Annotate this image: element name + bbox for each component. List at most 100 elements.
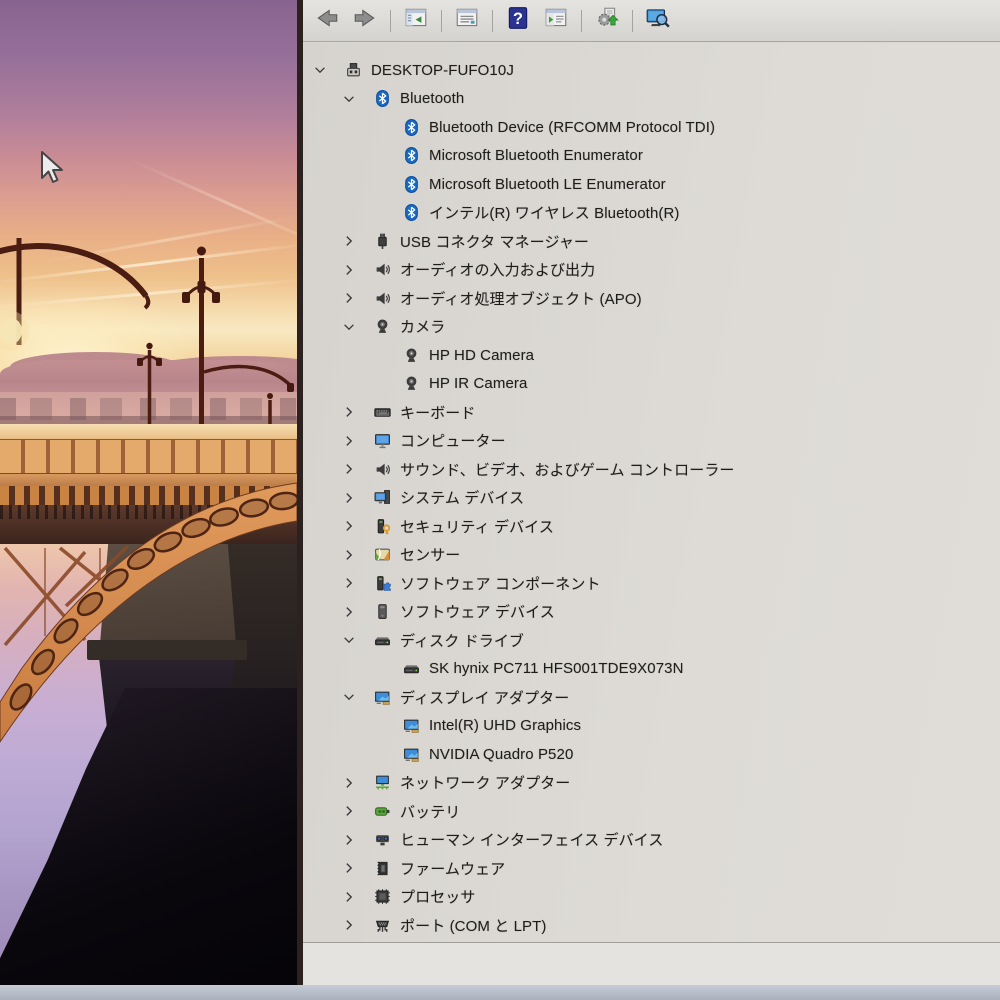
tree-item-label[interactable]: プロセッサ	[400, 886, 476, 907]
tree-item[interactable]: オーディオ処理オブジェクト (APO)	[313, 284, 1000, 313]
chevron-right-icon[interactable]	[342, 404, 371, 420]
chevron-down-icon[interactable]	[342, 319, 371, 335]
tree-item-label[interactable]: Microsoft Bluetooth Enumerator	[429, 147, 643, 164]
tree-item-label[interactable]: オーディオ処理オブジェクト (APO)	[400, 288, 642, 309]
tree-item[interactable]: ソフトウェア コンポーネント	[313, 569, 1000, 598]
tree-item[interactable]: ヒューマン インターフェイス デバイス	[313, 826, 1000, 855]
chevron-right-icon[interactable]	[342, 860, 371, 876]
tree-item-label[interactable]: システム デバイス	[400, 487, 524, 508]
tree-item[interactable]: ソフトウェア デバイス	[313, 598, 1000, 627]
toolbar-properties-button[interactable]	[451, 6, 483, 36]
tree-item-label[interactable]: Intel(R) UHD Graphics	[429, 717, 581, 734]
tree-item[interactable]: Intel(R) UHD Graphics	[313, 712, 1000, 741]
tree-item-label[interactable]: インテル(R) ワイヤレス Bluetooth(R)	[429, 202, 680, 223]
chevron-down-icon[interactable]	[342, 91, 371, 107]
chevron-right-icon[interactable]	[342, 262, 371, 278]
show-action-pane-icon	[543, 5, 569, 36]
chevron-down-icon[interactable]	[342, 689, 371, 705]
tree-item-label[interactable]: SK hynix PC711 HFS001TDE9X073N	[429, 660, 684, 677]
tree-item[interactable]: プロセッサ	[313, 883, 1000, 912]
tree-item-label[interactable]: コンピューター	[400, 430, 506, 451]
tree-item-label[interactable]: HP HD Camera	[429, 347, 534, 364]
chevron-right-icon[interactable]	[342, 461, 371, 477]
toolbar-show-console-tree-button[interactable]	[400, 6, 432, 36]
tree-item[interactable]: HP HD Camera	[313, 341, 1000, 370]
tree-item[interactable]: センサー	[313, 541, 1000, 570]
tree-item-label[interactable]: バッテリ	[400, 801, 460, 822]
chevron-right-icon[interactable]	[342, 518, 371, 534]
tree-item-label[interactable]: ファームウェア	[400, 858, 505, 879]
tree-item[interactable]: コンピューター	[313, 427, 1000, 456]
tree-item[interactable]: システム デバイス	[313, 484, 1000, 513]
tree-item[interactable]: セキュリティ デバイス	[313, 512, 1000, 541]
tree-item-label[interactable]: NVIDIA Quadro P520	[429, 746, 573, 763]
chevron-right-icon[interactable]	[342, 233, 371, 249]
update-driver-icon	[594, 5, 620, 36]
toolbar-forward-button[interactable]	[349, 6, 381, 36]
chevron-right-icon[interactable]	[342, 490, 371, 506]
tree-item-label[interactable]: ディスク ドライブ	[400, 630, 524, 651]
toolbar-show-action-pane-button[interactable]	[540, 6, 572, 36]
tree-item[interactable]: Microsoft Bluetooth Enumerator	[313, 142, 1000, 171]
tree-item-label[interactable]: USB コネクタ マネージャー	[400, 231, 589, 252]
tree-item[interactable]: ディスプレイ アダプター	[313, 683, 1000, 712]
scan-for-hardware-changes-icon	[645, 5, 671, 36]
tree-item[interactable]: サウンド、ビデオ、およびゲーム コントローラー	[313, 455, 1000, 484]
tree-item-label[interactable]: ポート (COM と LPT)	[400, 915, 547, 936]
device-tree[interactable]: DESKTOP-FUFO10J Bluetooth Bluetooth Device…	[303, 43, 1000, 943]
tree-item-label[interactable]: Bluetooth	[400, 90, 464, 107]
tree-item[interactable]: NVIDIA Quadro P520	[313, 740, 1000, 769]
chevron-right-icon[interactable]	[342, 832, 371, 848]
chevron-right-icon[interactable]	[342, 604, 371, 620]
tree-item-label[interactable]: サウンド、ビデオ、およびゲーム コントローラー	[400, 459, 735, 480]
chevron-right-icon[interactable]	[342, 575, 371, 591]
tree-item[interactable]: バッテリ	[313, 797, 1000, 826]
chevron-down-icon[interactable]	[313, 62, 342, 78]
tree-item-label[interactable]: ソフトウェア コンポーネント	[400, 573, 601, 594]
tree-item[interactable]: Bluetooth Device (RFCOMM Protocol TDI)	[313, 113, 1000, 142]
tree-item-label[interactable]: ヒューマン インターフェイス デバイス	[400, 829, 663, 850]
chevron-right-icon[interactable]	[342, 803, 371, 819]
tree-item[interactable]: カメラ	[313, 313, 1000, 342]
tree-item-label[interactable]: ソフトウェア デバイス	[400, 601, 555, 622]
chevron-down-icon[interactable]	[342, 632, 371, 648]
toolbar-back-button[interactable]	[311, 6, 343, 36]
chevron-right-icon[interactable]	[342, 917, 371, 933]
tree-item-label[interactable]: Microsoft Bluetooth LE Enumerator	[429, 176, 666, 193]
tree-item[interactable]: DESKTOP-FUFO10J	[313, 56, 1000, 85]
tree-item[interactable]: ディスク ドライブ	[313, 626, 1000, 655]
tree-item-label[interactable]: オーディオの入力および出力	[400, 259, 595, 280]
tree-item-label[interactable]: HP IR Camera	[429, 375, 527, 392]
chevron-right-icon[interactable]	[342, 775, 371, 791]
tree-item-label[interactable]: センサー	[400, 544, 460, 565]
tree-item-label[interactable]: DESKTOP-FUFO10J	[371, 62, 514, 79]
tree-item[interactable]: ポート (COM と LPT)	[313, 911, 1000, 940]
tree-item-label[interactable]: セキュリティ デバイス	[400, 516, 554, 537]
tree-item[interactable]: Bluetooth	[313, 85, 1000, 114]
toolbar-update-driver-button[interactable]	[591, 6, 623, 36]
tree-item[interactable]: SK hynix PC711 HFS001TDE9X073N	[313, 655, 1000, 684]
tree-item[interactable]: Microsoft Bluetooth LE Enumerator	[313, 170, 1000, 199]
tree-item[interactable]: HP IR Camera	[313, 370, 1000, 399]
tree-item[interactable]: ネットワーク アダプター	[313, 769, 1000, 798]
toolbar-scan-for-hardware-changes-button[interactable]	[642, 6, 674, 36]
bluetooth-icon	[400, 118, 422, 136]
chevron-right-icon[interactable]	[342, 889, 371, 905]
tree-item-label[interactable]: キーボード	[400, 402, 476, 423]
desktop-wallpaper[interactable]	[0, 0, 297, 985]
chevron-right-icon[interactable]	[342, 290, 371, 306]
chevron-right-icon[interactable]	[342, 547, 371, 563]
camera-icon	[371, 318, 393, 335]
tree-item[interactable]: キーボード	[313, 398, 1000, 427]
bluetooth-icon	[400, 147, 422, 165]
tree-item-label[interactable]: ネットワーク アダプター	[400, 772, 570, 793]
tree-item[interactable]: ファームウェア	[313, 854, 1000, 883]
tree-item[interactable]: インテル(R) ワイヤレス Bluetooth(R)	[313, 199, 1000, 228]
chevron-right-icon[interactable]	[342, 433, 371, 449]
tree-item-label[interactable]: カメラ	[400, 316, 445, 337]
tree-item-label[interactable]: ディスプレイ アダプター	[400, 687, 569, 708]
tree-item[interactable]: USB コネクタ マネージャー	[313, 227, 1000, 256]
toolbar-help-button[interactable]: ?	[502, 6, 534, 36]
tree-item-label[interactable]: Bluetooth Device (RFCOMM Protocol TDI)	[429, 119, 715, 136]
tree-item[interactable]: オーディオの入力および出力	[313, 256, 1000, 285]
